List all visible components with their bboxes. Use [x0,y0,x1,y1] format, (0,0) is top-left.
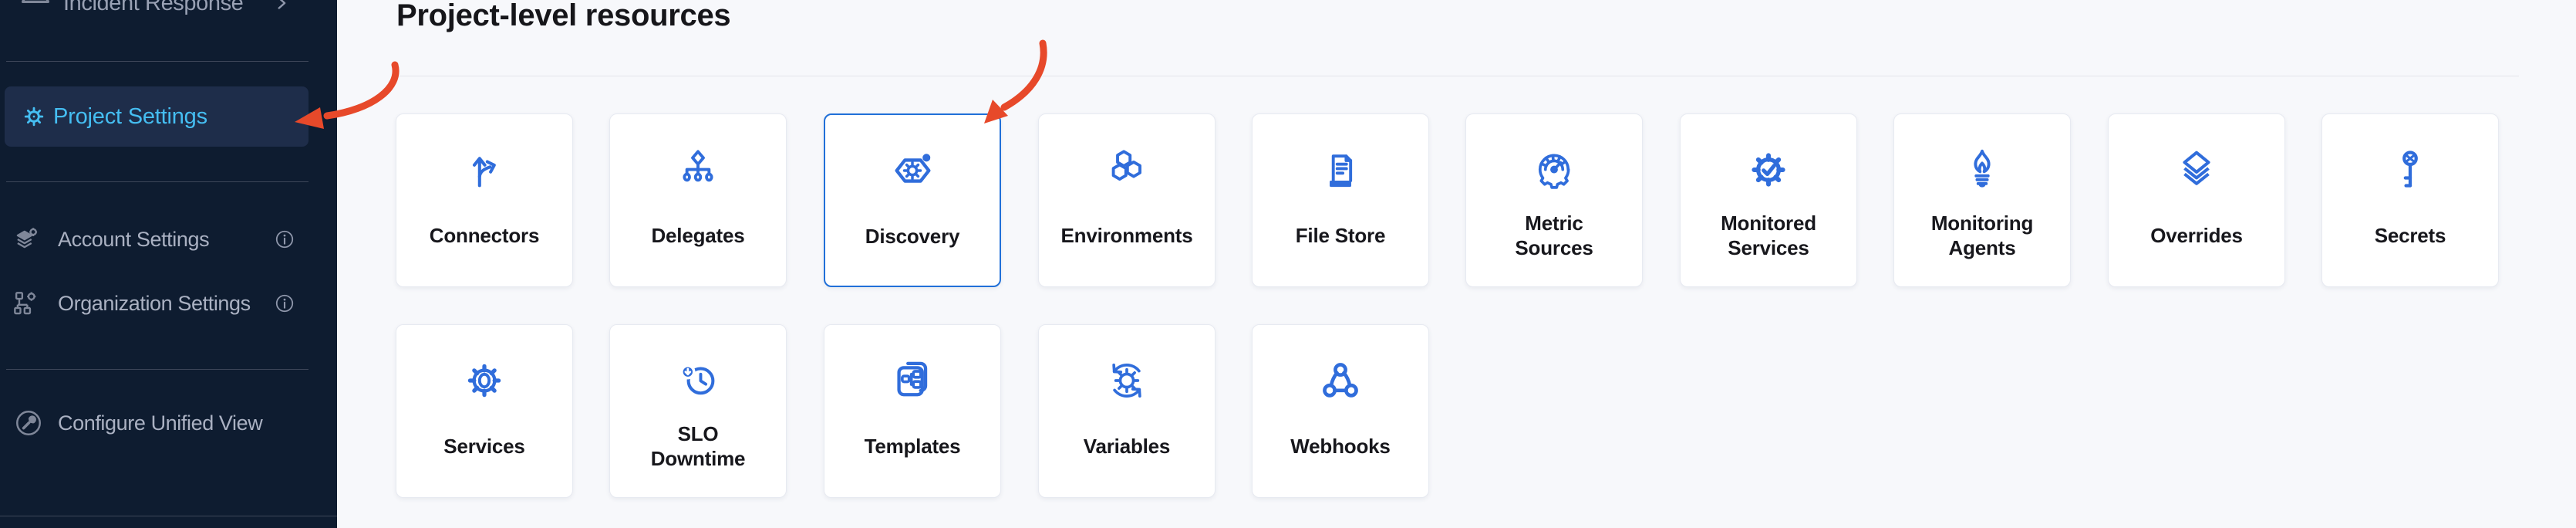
monitoring-agents-icon [1958,146,2006,194]
services-icon [460,357,508,404]
tile-label: Monitoring Agents [1894,211,2070,260]
tile-label: Metric Sources [1466,211,1642,260]
sidebar-item-label: Configure Unified View [58,411,262,435]
tile-label: Delegates [610,211,786,260]
sidebar-item-project-settings[interactable]: Project Settings [5,86,309,147]
sidebar-divider [6,181,309,182]
tile-label: File Store [1253,211,1428,260]
tile-overrides[interactable]: Overrides [2108,113,2285,287]
environments-icon [1103,146,1151,194]
sidebar-item-label: Organization Settings [58,292,251,316]
connectors-icon [460,146,508,194]
tile-label: Services [396,421,572,471]
tile-monitoring-agents[interactable]: Monitoring Agents [1893,113,2071,287]
tile-label: Templates [824,421,1000,471]
info-icon[interactable] [275,229,295,249]
tile-label: Monitored Services [1681,211,1856,260]
app-window: Incident Response Project Settings [0,0,2576,528]
wrench-circle-icon [14,408,43,438]
sidebar-item-label: Account Settings [58,228,209,252]
file-store-icon [1317,146,1364,194]
delegates-icon [674,146,722,194]
sidebar-item-label: Project Settings [53,104,207,130]
tile-webhooks[interactable]: Webhooks [1252,324,1429,498]
tile-services[interactable]: Services [396,324,573,498]
gear-icon [20,103,48,130]
tile-delegates[interactable]: Delegates [609,113,787,287]
info-icon[interactable] [275,293,295,313]
discovery-icon [888,147,936,195]
sidebar-item-label: Incident Response [63,0,243,16]
sidebar-divider [6,61,309,62]
sidebar-item-configure-unified-view[interactable]: Configure Unified View [0,392,337,454]
tile-metric-sources[interactable]: Metric Sources [1465,113,1643,287]
tile-variables[interactable]: Variables [1038,324,1216,498]
org-chart-gear-icon [11,289,40,318]
tile-label: Environments [1039,211,1215,260]
tile-slo-downtime[interactable]: SLO Downtime [609,324,787,498]
page-title: Project-level resources [396,0,730,34]
tile-label: Secrets [2322,211,2498,260]
tile-label: SLO Downtime [610,421,786,471]
sidebar-item-account-settings[interactable]: Account Settings [0,208,337,270]
slo-downtime-icon [674,357,722,404]
tile-connectors[interactable]: Connectors [396,113,573,287]
tile-label: Discovery [825,212,1000,261]
tile-templates[interactable]: Templates [824,324,1001,498]
templates-icon [888,357,936,404]
metric-sources-icon [1530,146,1578,194]
tile-label: Variables [1039,421,1215,471]
tile-secrets[interactable]: Secrets [2321,113,2499,287]
monitored-services-icon [1745,146,1792,194]
chevron-right-icon [271,0,292,13]
tile-label: Overrides [2109,211,2284,260]
secrets-icon [2386,146,2434,194]
tile-environments[interactable]: Environments [1038,113,1216,287]
sidebar-divider [6,369,309,370]
tile-file-store[interactable]: File Store [1252,113,1429,287]
overrides-icon [2173,146,2220,194]
siren-icon [19,0,52,12]
tile-label: Connectors [396,211,572,260]
sidebar-item-incident-response[interactable]: Incident Response [0,0,337,20]
variables-icon [1103,357,1151,404]
sidebar-item-organization-settings[interactable]: Organization Settings [0,272,337,334]
sidebar: Incident Response Project Settings [0,0,337,528]
webhooks-icon [1317,357,1364,404]
tile-discovery[interactable]: Discovery [824,113,1001,287]
tile-monitored-services[interactable]: Monitored Services [1680,113,1857,287]
tile-label: Webhooks [1253,421,1428,471]
layers-gear-icon [11,225,40,254]
